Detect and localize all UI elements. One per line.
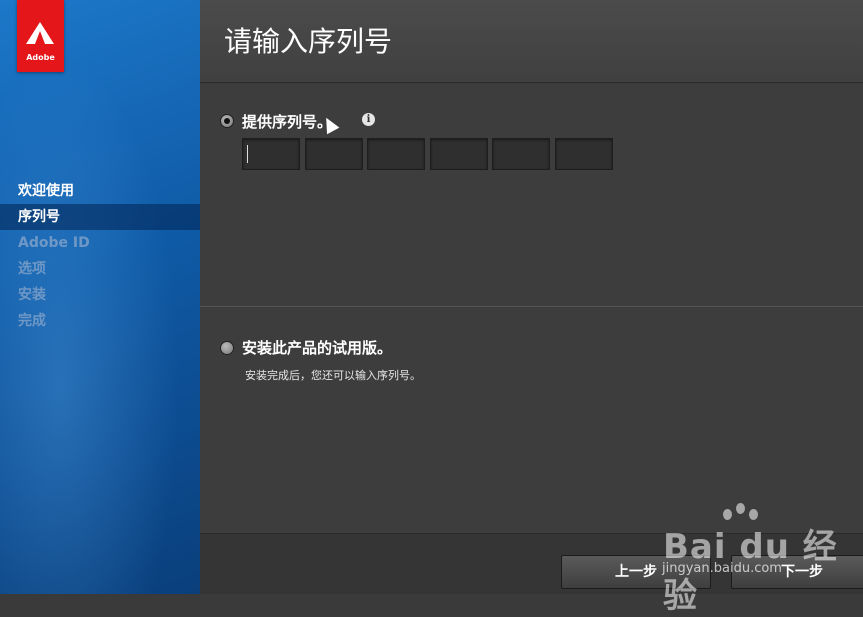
serial-option-label[interactable]: 提供序列号。 [242,111,332,132]
text-caret [247,145,248,163]
step-serial-number: 序列号 [0,204,200,230]
step-adobe-id: Adobe ID [18,235,90,251]
paw-icon [736,503,745,514]
step-complete: 完成 [18,313,46,329]
info-icon[interactable]: i [362,113,375,126]
serial-field-2[interactable] [305,138,363,170]
adobe-a-icon [26,22,54,44]
adobe-logo: Adobe [17,0,64,72]
trial-option-radio[interactable] [220,341,234,355]
header: 请输入序列号 [200,0,863,83]
serial-field-6[interactable] [555,138,613,170]
watermark-url: jingyan.baidu.com [662,561,782,576]
serial-option-radio[interactable] [220,114,234,128]
page-title: 请输入序列号 [224,25,393,58]
step-options: 选项 [18,261,46,277]
serial-field-4[interactable] [430,138,488,170]
trial-option-label[interactable]: 安装此产品的试用版。 [242,337,392,358]
step-welcome: 欢迎使用 [18,183,74,199]
serial-field-3[interactable] [367,138,425,170]
serial-field-5[interactable] [492,138,550,170]
serial-field-1[interactable] [242,138,300,170]
step-list: 欢迎使用 序列号 Adobe ID 选项 安装 完成 [0,178,200,334]
step-install: 安装 [18,287,46,303]
sidebar: Adobe 欢迎使用 序列号 Adobe ID 选项 安装 完成 [0,0,200,594]
trial-option-sublabel: 安装完成后，您还可以输入序列号。 [245,369,421,382]
logo-text: Adobe [26,53,55,62]
